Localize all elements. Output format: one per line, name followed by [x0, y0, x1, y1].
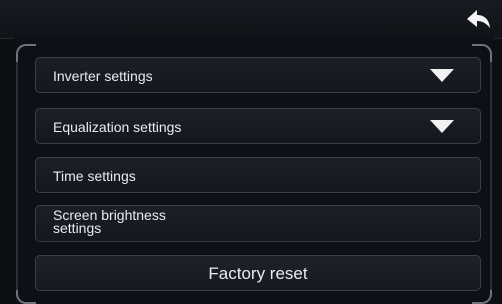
frame-corner: [16, 44, 36, 64]
top-bar: [0, 0, 502, 39]
brightness-label-line2: settings: [53, 220, 102, 236]
frame-edge: [490, 62, 492, 290]
dropdown-triangle-icon: [430, 69, 454, 82]
factory-reset-label: Factory reset: [208, 264, 308, 283]
factory-reset-button[interactable]: Factory reset: [35, 255, 481, 291]
back-button[interactable]: [462, 6, 494, 34]
equalization-settings-row[interactable]: Equalization settings: [35, 108, 481, 144]
frame-corner: [16, 284, 36, 304]
dropdown-triangle-icon: [430, 120, 454, 133]
equalization-settings-label: Equalization settings: [53, 119, 182, 135]
inverter-settings-row[interactable]: Inverter settings: [35, 57, 481, 93]
back-arrow-icon: [467, 10, 490, 28]
time-settings-label: Time settings: [53, 168, 136, 184]
screen-brightness-settings-row[interactable]: Screen brightness settings: [35, 205, 481, 242]
screen-brightness-settings-label: Screen brightness settings: [53, 208, 253, 236]
time-settings-row[interactable]: Time settings: [35, 157, 481, 193]
frame-edge: [16, 62, 18, 290]
inverter-settings-label: Inverter settings: [53, 68, 153, 84]
